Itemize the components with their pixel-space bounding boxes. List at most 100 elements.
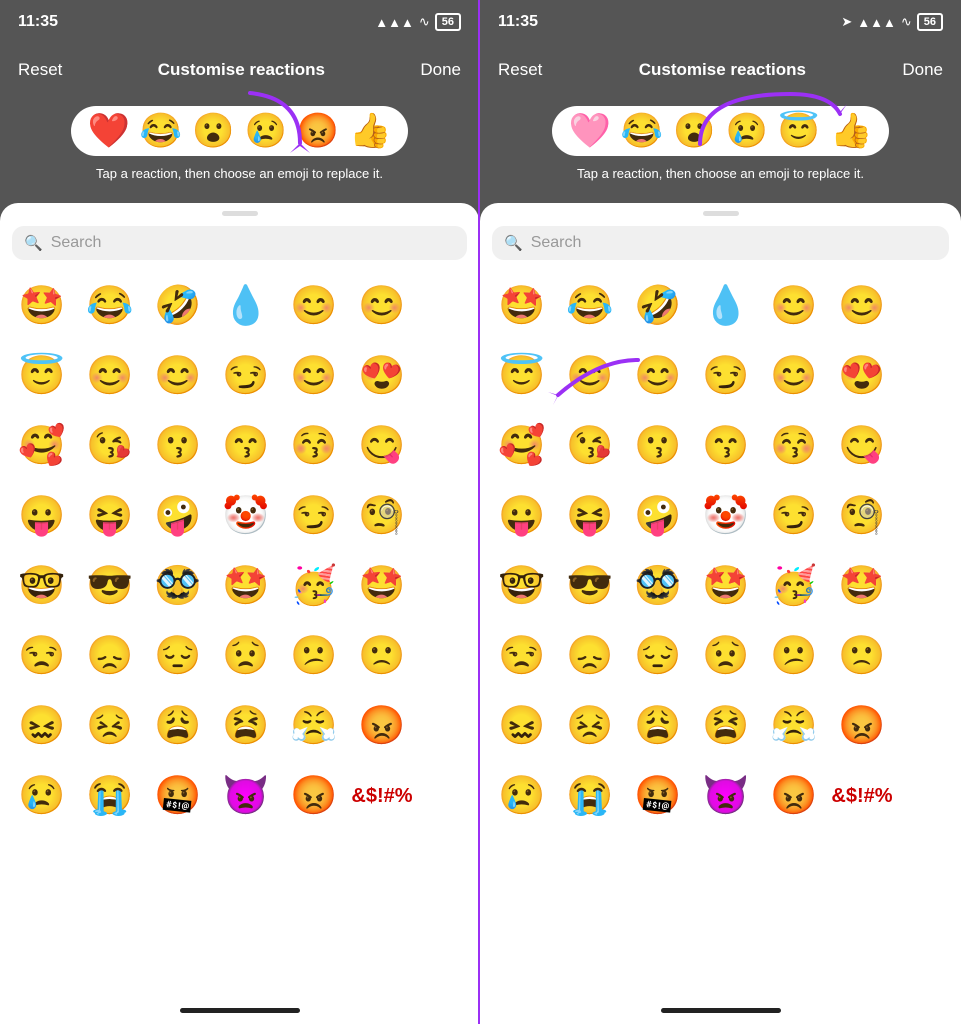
emoji-cell[interactable]: 🤬 xyxy=(144,762,212,830)
search-bar-right[interactable]: 🔍 Search xyxy=(492,226,949,260)
emoji-cell[interactable]: 😕 xyxy=(280,622,348,690)
emoji-cell[interactable]: 🤡 xyxy=(212,482,280,550)
emoji-cell[interactable]: 🥰 xyxy=(488,412,556,480)
emoji-cell[interactable]: &$!#% xyxy=(348,762,416,830)
emoji-cell[interactable]: 😎 xyxy=(556,552,624,620)
emoji-cell[interactable]: 🤩 xyxy=(212,552,280,620)
emoji-cell[interactable]: 🤪 xyxy=(624,482,692,550)
emoji-cell[interactable]: 🥳 xyxy=(760,552,828,620)
reaction-wow-right[interactable]: 😮 xyxy=(673,114,715,148)
emoji-cell[interactable]: 😟 xyxy=(212,622,280,690)
emoji-cell[interactable]: 😖 xyxy=(488,692,556,760)
emoji-cell[interactable]: 😝 xyxy=(76,482,144,550)
emoji-cell[interactable]: 😒 xyxy=(8,622,76,690)
reaction-halo-right[interactable]: 😇 xyxy=(778,114,820,148)
emoji-cell[interactable]: 😕 xyxy=(760,622,828,690)
emoji-cell[interactable]: 😏 xyxy=(280,482,348,550)
emoji-cell[interactable]: 😣 xyxy=(556,692,624,760)
emoji-cell[interactable]: 🤣 xyxy=(624,272,692,340)
emoji-cell[interactable]: 😏 xyxy=(212,342,280,410)
emoji-cell[interactable]: 🤪 xyxy=(144,482,212,550)
emoji-cell[interactable]: 😙 xyxy=(692,412,760,480)
emoji-cell[interactable]: 😞 xyxy=(556,622,624,690)
emoji-cell[interactable]: 😙 xyxy=(212,412,280,480)
emoji-cell[interactable]: 😋 xyxy=(828,412,896,480)
reaction-pinkheart-right[interactable]: 🩷 xyxy=(568,114,610,148)
reaction-thumbsup-left[interactable]: 👍 xyxy=(349,114,391,148)
emoji-cell[interactable]: 😭 xyxy=(556,762,624,830)
emoji-cell[interactable]: 💧 xyxy=(692,272,760,340)
reactions-bar-right[interactable]: 🩷 😂 😮 😢 😇 👍 xyxy=(552,106,888,156)
emoji-cell[interactable]: 😂 xyxy=(556,272,624,340)
emoji-cell[interactable]: 🥰 xyxy=(8,412,76,480)
emoji-cell[interactable]: 🤣 xyxy=(144,272,212,340)
emoji-cell[interactable]: 😇 xyxy=(8,342,76,410)
emoji-cell[interactable]: 😊 xyxy=(556,342,624,410)
emoji-cell[interactable]: 😘 xyxy=(556,412,624,480)
emoji-cell[interactable]: 😤 xyxy=(760,692,828,760)
emoji-cell[interactable]: 🧐 xyxy=(828,482,896,550)
emoji-cell[interactable]: 😖 xyxy=(8,692,76,760)
reaction-wow-left[interactable]: 😮 xyxy=(192,114,234,148)
emoji-cell[interactable]: 😢 xyxy=(488,762,556,830)
reaction-laugh-left[interactable]: 😂 xyxy=(140,114,182,148)
emoji-cell[interactable]: 😊 xyxy=(280,272,348,340)
emoji-cell[interactable]: 😡 xyxy=(280,762,348,830)
emoji-cell[interactable]: 😛 xyxy=(488,482,556,550)
emoji-cell[interactable]: 😗 xyxy=(624,412,692,480)
emoji-cell[interactable]: 🤩 xyxy=(488,272,556,340)
emoji-cell[interactable]: 😡 xyxy=(760,762,828,830)
emoji-cell[interactable]: 😚 xyxy=(280,412,348,480)
reaction-cry-right[interactable]: 😢 xyxy=(726,114,768,148)
emoji-cell[interactable]: 🤩 xyxy=(8,272,76,340)
done-button-left[interactable]: Done xyxy=(420,60,461,80)
emoji-cell[interactable]: 🤩 xyxy=(692,552,760,620)
emoji-cell[interactable]: 👿 xyxy=(692,762,760,830)
reaction-angry-left[interactable]: 😡 xyxy=(297,114,339,148)
emoji-cell[interactable]: 😩 xyxy=(624,692,692,760)
emoji-halo-right[interactable]: 😇 xyxy=(488,342,556,410)
emoji-cell[interactable]: 😛 xyxy=(8,482,76,550)
emoji-cell[interactable]: 😍 xyxy=(348,342,416,410)
reset-button-right[interactable]: Reset xyxy=(498,60,542,80)
emoji-cell[interactable]: 😢 xyxy=(8,762,76,830)
reset-button-left[interactable]: Reset xyxy=(18,60,62,80)
reactions-bar-left[interactable]: ❤️ 😂 😮 😢 😡 👍 xyxy=(71,106,407,156)
emoji-cell[interactable]: 👿 xyxy=(212,762,280,830)
emoji-cell[interactable]: 😡 xyxy=(828,692,896,760)
emoji-cell[interactable]: 😊 xyxy=(760,342,828,410)
emoji-cell[interactable]: 😊 xyxy=(828,272,896,340)
emoji-cell[interactable]: 😟 xyxy=(692,622,760,690)
emoji-cell[interactable]: 🥸 xyxy=(144,552,212,620)
emoji-cell[interactable]: 🤓 xyxy=(8,552,76,620)
emoji-cell[interactable]: 😂 xyxy=(76,272,144,340)
search-bar-left[interactable]: 🔍 Search xyxy=(12,226,467,260)
reaction-thumbsup-right[interactable]: 👍 xyxy=(830,114,872,148)
emoji-cell[interactable]: &$!#% xyxy=(828,762,896,830)
emoji-cell[interactable]: 🤩 xyxy=(348,552,416,620)
emoji-cell[interactable]: 🥸 xyxy=(624,552,692,620)
emoji-cell[interactable]: 😚 xyxy=(760,412,828,480)
emoji-cell[interactable]: 😒 xyxy=(488,622,556,690)
emoji-cell[interactable]: 😊 xyxy=(144,342,212,410)
emoji-cell[interactable]: 😍 xyxy=(828,342,896,410)
emoji-cell[interactable]: 😊 xyxy=(624,342,692,410)
emoji-cell[interactable]: 😎 xyxy=(76,552,144,620)
reaction-heart-left[interactable]: ❤️ xyxy=(87,114,129,148)
emoji-cell[interactable]: 🙁 xyxy=(348,622,416,690)
reaction-cry-left[interactable]: 😢 xyxy=(245,114,287,148)
emoji-cell[interactable]: 😋 xyxy=(348,412,416,480)
emoji-cell[interactable]: 😊 xyxy=(280,342,348,410)
emoji-cell[interactable]: 🙁 xyxy=(828,622,896,690)
emoji-cell[interactable]: 😏 xyxy=(760,482,828,550)
emoji-cell[interactable]: 🥳 xyxy=(280,552,348,620)
emoji-cell[interactable]: 😫 xyxy=(212,692,280,760)
emoji-cell[interactable]: 😩 xyxy=(144,692,212,760)
emoji-cell[interactable]: 😭 xyxy=(76,762,144,830)
emoji-cell[interactable]: 😝 xyxy=(556,482,624,550)
emoji-cell[interactable]: 😏 xyxy=(692,342,760,410)
emoji-cell[interactable]: 😔 xyxy=(144,622,212,690)
emoji-cell[interactable]: 😫 xyxy=(692,692,760,760)
emoji-cell[interactable]: 😞 xyxy=(76,622,144,690)
emoji-cell[interactable]: 🧐 xyxy=(348,482,416,550)
